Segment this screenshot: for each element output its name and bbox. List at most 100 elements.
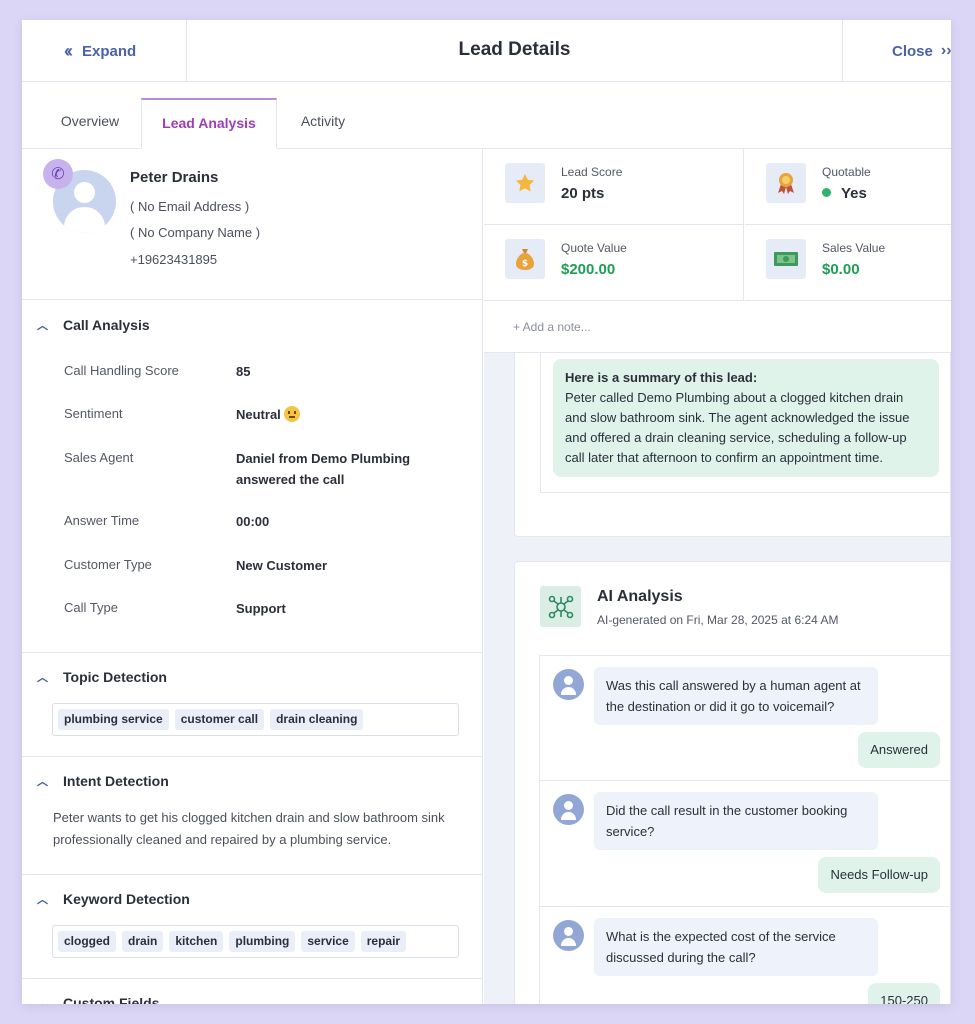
section-title: Custom Fields [63,995,160,1004]
user-avatar-icon [553,794,584,825]
user-avatar-icon [553,669,584,700]
expand-button[interactable]: ‹‹ Expand [22,20,187,82]
section-title: Call Analysis [63,317,150,333]
activity-feed: Here is a summary of this lead: Peter ca… [484,353,951,1004]
ai-analysis-timestamp: AI-generated on Fri, Mar 28, 2025 at 6:2… [597,613,839,627]
chevron-up-icon: ︿ [37,894,48,906]
topic-chip: drain cleaning [270,709,364,730]
question-bubble: What is the expected cost of the service… [594,918,878,976]
keyword-chip: clogged [58,931,117,952]
award-ribbon-icon [766,163,806,203]
qa-item: What is the expected cost of the service… [539,907,951,1004]
keyword-detection-toggle[interactable]: ︿ Keyword Detection [37,889,190,909]
customer-type-value: New Customer [236,558,328,573]
svg-text:$: $ [522,259,528,269]
lead-activity-column: Lead Score 20 pts Quotable Yes $ Quote V… [484,149,951,1004]
call-analysis-toggle[interactable]: ︿ Call Analysis [37,315,150,335]
money-bag-icon: $ [505,239,545,279]
field-label: Sales Agent [64,450,134,465]
user-avatar-icon [553,920,584,951]
neutral-face-icon [283,406,300,422]
tab-activity[interactable]: Activity [278,98,368,149]
close-button[interactable]: Close ›› [842,20,951,82]
lead-score-stat: Lead Score 20 pts [484,149,744,225]
stat-label: Sales Value [822,241,886,255]
summary-card: Here is a summary of this lead: Peter ca… [514,353,951,537]
intent-text: Peter wants to get his clogged kitchen d… [53,810,445,847]
keyword-detection-section: ︿ Keyword Detection clogged drain kitche… [22,875,482,979]
contact-name: Peter Drains [130,169,219,186]
lead-details-panel: ‹‹ Expand Lead Details Close ›› Overview… [22,20,951,1004]
chevron-up-icon: ︿ [37,998,48,1004]
call-type-value: Support [236,601,286,616]
sales-agent-value: Daniel from Demo Plumbing answered the c… [236,451,411,487]
contact-email: ( No Email Address ) [130,199,250,214]
custom-fields-toggle[interactable]: ︿ Custom Fields [37,993,159,1004]
intent-detection-toggle[interactable]: ︿ Intent Detection [37,771,169,791]
ai-analysis-card: AI Analysis AI-generated on Fri, Mar 28,… [514,561,951,1004]
keyword-chip: plumbing [229,931,296,952]
topic-chip: customer call [174,709,265,730]
sentiment-text: Neutral [236,407,281,422]
lead-score-value: 20 pts [561,185,605,202]
tab-lead-analysis[interactable]: Lead Analysis [141,98,277,149]
ai-analysis-title: AI Analysis [597,588,683,605]
quotable-text: Yes [841,185,867,202]
topic-detection-toggle[interactable]: ︿ Topic Detection [37,667,167,687]
double-chevron-right-icon: ›› [940,42,951,59]
expand-label: Expand [82,42,137,60]
chevron-up-icon: ︿ [37,320,48,332]
contact-phone: +19623431895 [130,252,218,267]
answer-bubble: Answered [858,732,940,768]
stat-label: Quotable [822,165,871,179]
contact-card: ✆ Peter Drains ( No Email Address ) ( No… [22,149,482,300]
keyword-chip-list: clogged drain kitchen plumbing service r… [52,925,459,958]
double-chevron-left-icon: ‹‹ [64,41,73,61]
page-title: Lead Details [458,39,571,60]
question-bubble: Was this call answered by a human agent … [594,667,878,725]
field-label: Customer Type [64,557,152,572]
keyword-chip: service [301,931,355,952]
quotable-value: Yes [822,185,867,202]
field-label: Call Handling Score [64,363,179,378]
quote-value-stat: $ Quote Value $200.00 [484,225,744,301]
chevron-up-icon: ︿ [37,776,48,788]
tab-bar: Overview Lead Analysis Activity [22,82,951,149]
sentiment-value: Neutral [236,404,300,425]
chevron-up-icon: ︿ [37,672,48,684]
call-handling-score: 85 [236,364,251,379]
tab-overview[interactable]: Overview [40,98,140,149]
field-label: Sentiment [64,406,123,421]
section-title: Keyword Detection [63,891,190,907]
star-icon [505,163,545,203]
status-dot [822,188,831,197]
question-bubble: Did the call result in the customer book… [594,792,878,850]
keyword-chip: repair [360,931,407,952]
field-label: Answer Time [64,513,140,528]
quotable-stat: Quotable Yes [745,149,951,225]
stat-label: Quote Value [561,241,627,255]
summary-heading: Here is a summary of this lead: [565,370,758,385]
topic-chip: plumbing service [58,709,169,730]
ai-network-icon [540,586,581,627]
section-title: Topic Detection [63,669,167,685]
contact-company: ( No Company Name ) [130,225,261,240]
summary-bubble: Here is a summary of this lead: Peter ca… [553,359,939,477]
panel-header: ‹‹ Expand Lead Details Close ›› [22,20,951,82]
keyword-chip: kitchen [169,931,224,952]
intent-detection-section: ︿ Intent Detection Peter wants to get hi… [22,757,482,875]
custom-fields-section: ︿ Custom Fields [22,979,482,1004]
qa-item: Was this call answered by a human agent … [539,655,951,781]
quote-value: $200.00 [561,261,616,278]
close-label: Close [892,42,933,60]
lead-info-column: ✆ Peter Drains ( No Email Address ) ( No… [22,149,483,1004]
section-title: Intent Detection [63,773,169,789]
add-note-input[interactable]: + Add a note... [484,301,951,353]
summary-text: Peter called Demo Plumbing about a clogg… [565,390,910,465]
call-analysis-section: ︿ Call Analysis Call Handling Score 85 S… [22,300,482,653]
field-label: Call Type [64,600,118,615]
keyword-chip: drain [122,931,164,952]
summary-container: Here is a summary of this lead: Peter ca… [540,353,951,493]
qa-item: Did the call result in the customer book… [539,781,951,907]
cash-icon [766,239,806,279]
